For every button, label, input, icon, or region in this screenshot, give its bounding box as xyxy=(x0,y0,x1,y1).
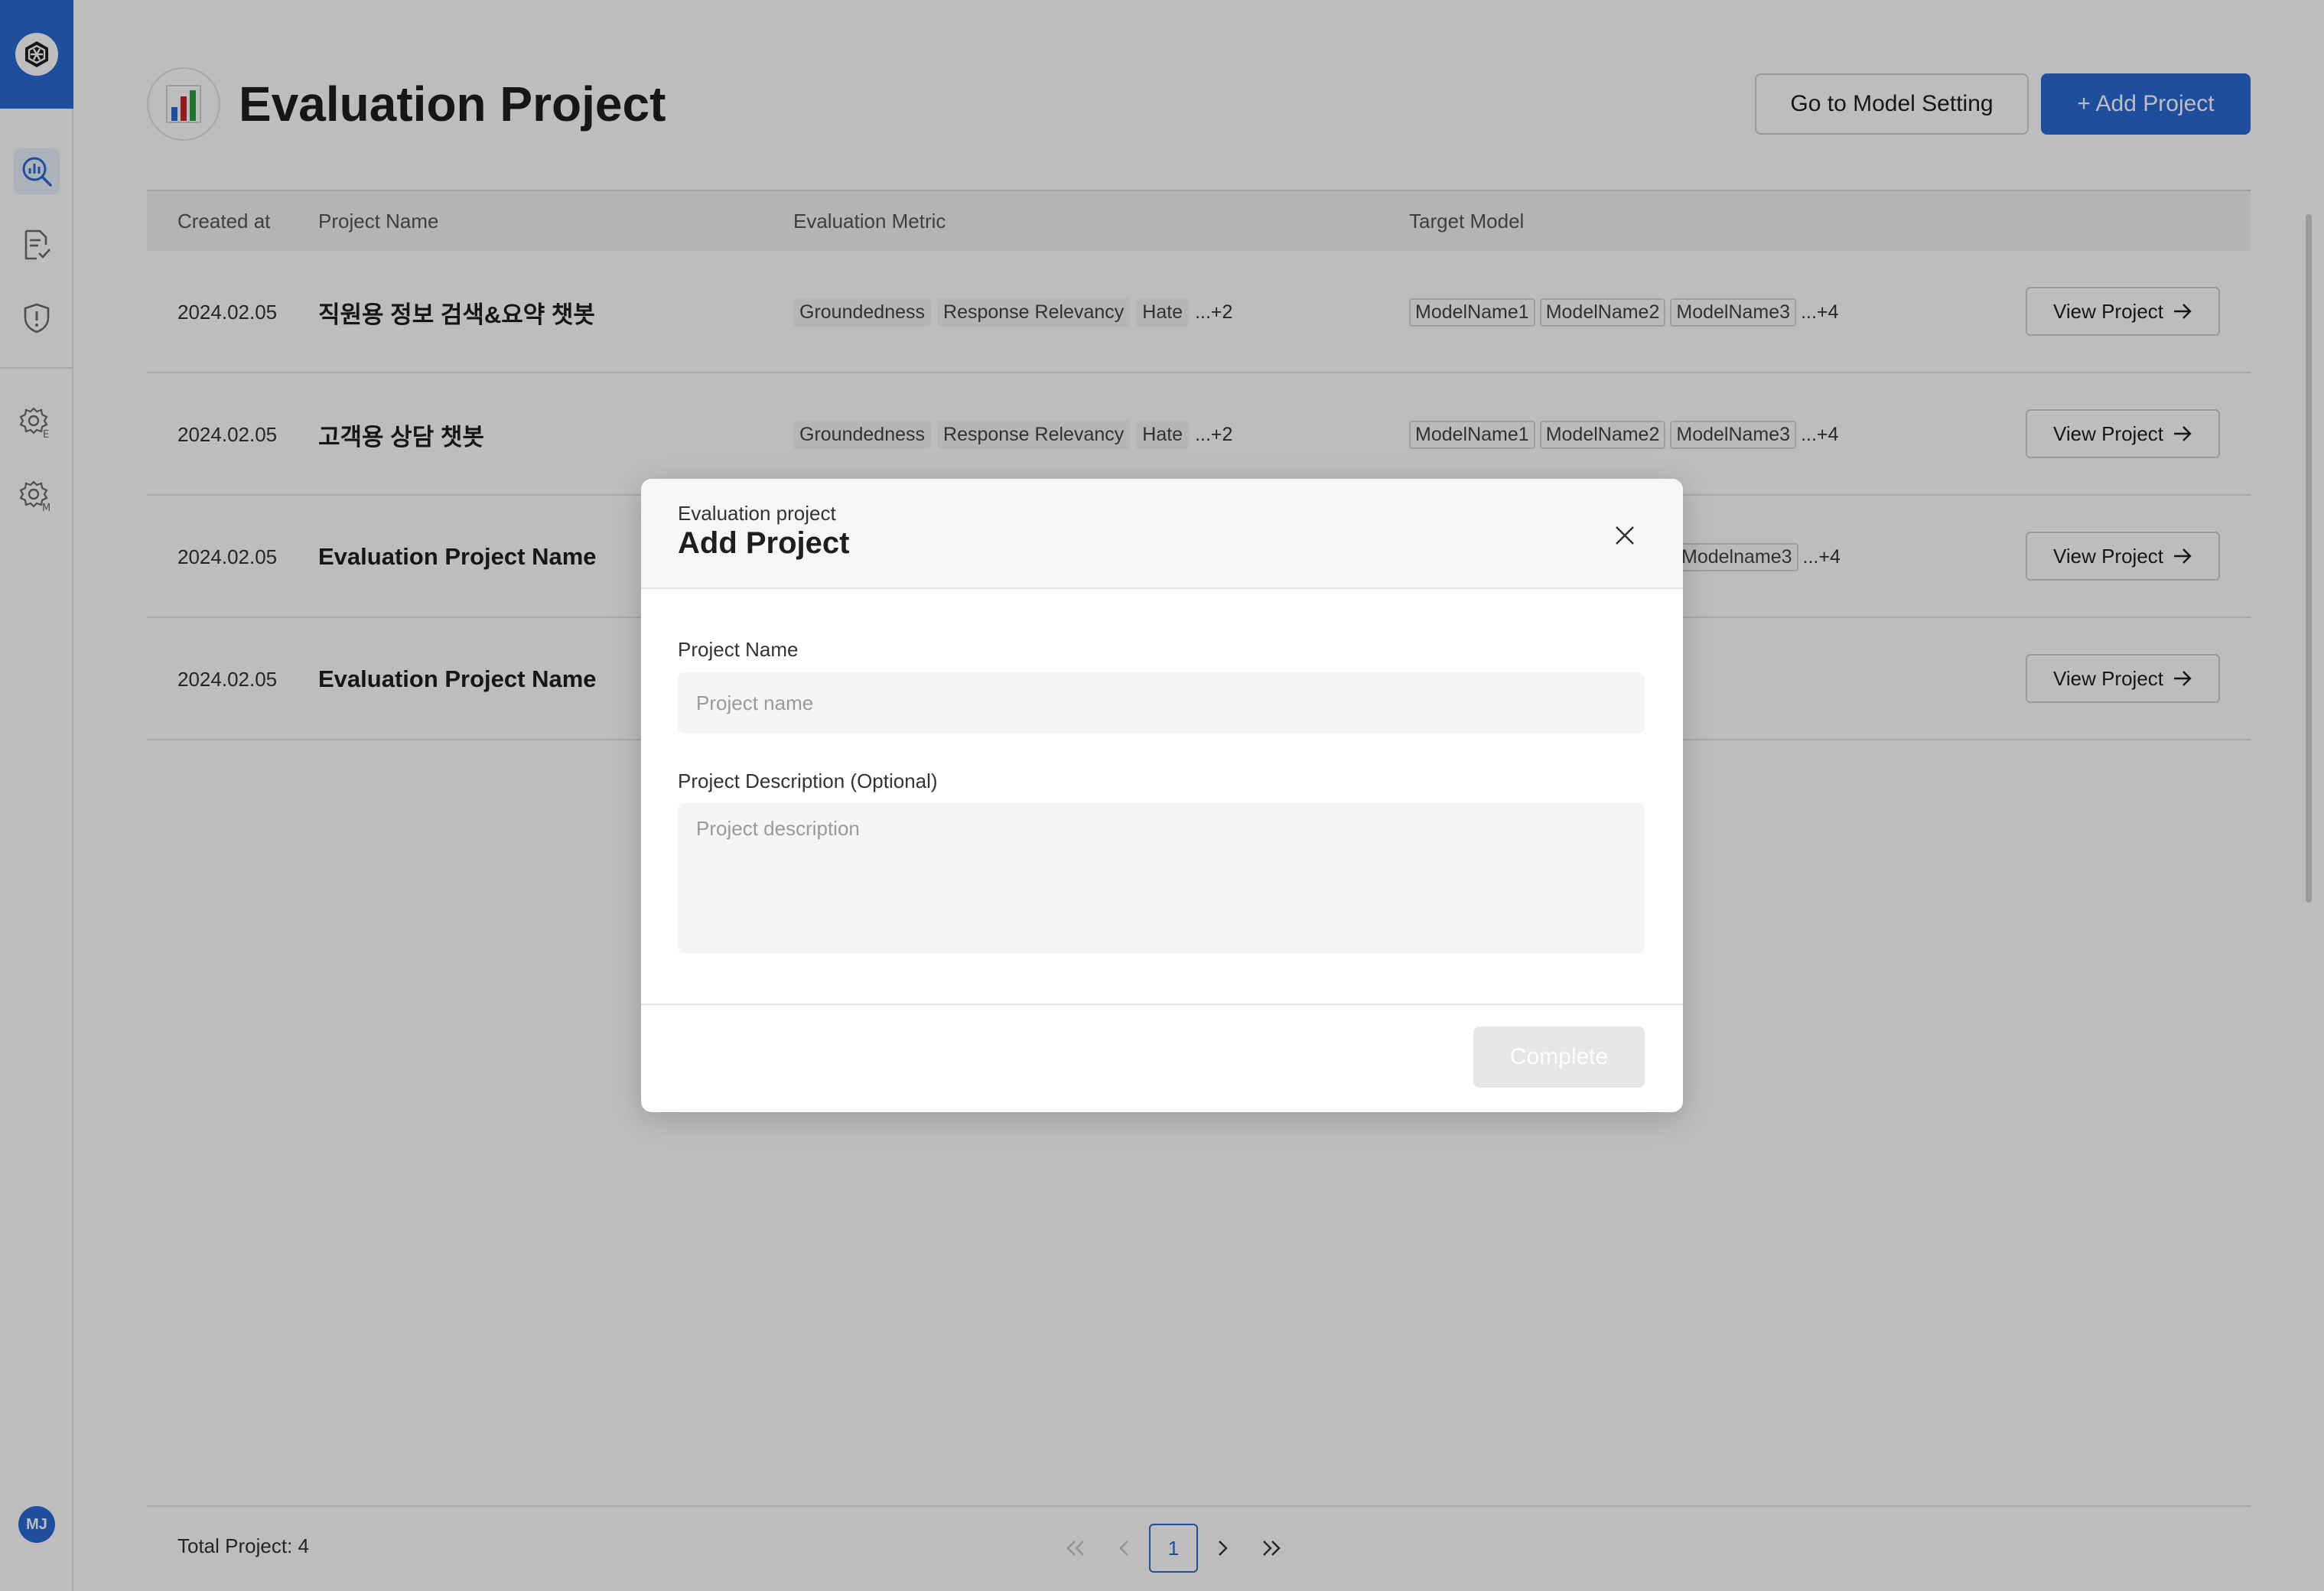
modal-header: Evaluation project Add Project xyxy=(641,479,1683,589)
modal-footer-divider xyxy=(641,1004,1683,1005)
project-description-label: Project Description (Optional) xyxy=(678,769,938,792)
project-description-input[interactable] xyxy=(678,803,1645,953)
add-project-modal: Evaluation project Add Project Project N… xyxy=(641,479,1683,1112)
complete-button[interactable]: Complete xyxy=(1473,1027,1645,1088)
close-button[interactable] xyxy=(1608,519,1642,552)
modal-title: Add Project xyxy=(678,526,850,560)
modal-subtitle: Evaluation project xyxy=(678,502,836,525)
project-name-label: Project Name xyxy=(678,638,799,661)
close-icon xyxy=(1616,526,1634,545)
project-name-input[interactable] xyxy=(678,672,1645,734)
